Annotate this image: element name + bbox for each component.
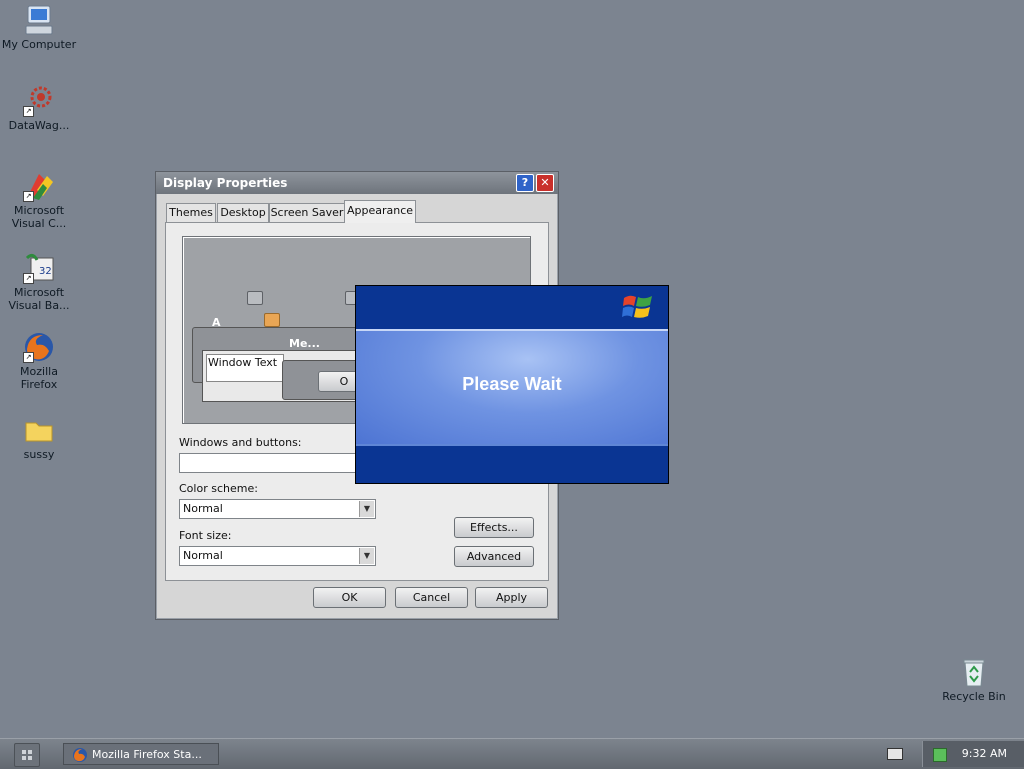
- desktop-icon-label: sussy: [23, 448, 55, 461]
- preview-text-area: Window Text: [206, 354, 284, 382]
- desktop-icon-visual-basic[interactable]: 32 ↗ Microsoft Visual Ba...: [1, 252, 77, 312]
- windows-and-buttons-label: Windows and buttons:: [179, 436, 302, 449]
- recycle-bin-icon: [958, 656, 990, 688]
- desktop-icon-label: Mozilla Firefox: [20, 365, 58, 391]
- visual-basic-icon: 32 ↗: [23, 252, 55, 284]
- preview-button: [247, 291, 263, 305]
- preview-active-title: Me...: [289, 337, 320, 350]
- shortcut-arrow-icon: ↗: [23, 352, 34, 363]
- start-icon: [22, 750, 32, 760]
- chevron-down-icon[interactable]: ▼: [359, 501, 374, 517]
- shortcut-arrow-icon: ↗: [23, 106, 34, 117]
- system-tray: 9:32 AM: [922, 741, 1024, 767]
- desktop-icon-firefox[interactable]: ↗ Mozilla Firefox: [1, 331, 77, 391]
- color-scheme-select[interactable]: Normal ▼: [179, 499, 376, 519]
- my-computer-icon: [23, 4, 55, 36]
- desktop-icon-label: My Computer: [1, 38, 77, 51]
- advanced-button[interactable]: Advanced: [454, 546, 534, 567]
- tab-desktop[interactable]: Desktop: [217, 203, 269, 222]
- taskbar: Mozilla Firefox Sta... 9:32 AM: [0, 738, 1024, 769]
- firefox-icon: ↗: [23, 331, 55, 363]
- firefox-icon: [73, 748, 87, 762]
- window-title: Display Properties: [163, 176, 288, 190]
- splash-band: Please Wait: [356, 329, 668, 446]
- keyboard-icon[interactable]: [887, 748, 903, 760]
- shortcut-arrow-icon: ↗: [23, 191, 34, 202]
- chevron-down-icon[interactable]: ▼: [359, 548, 374, 564]
- desktop-icon-datawag[interactable]: ↗ DataWag...: [1, 85, 77, 132]
- desktop-icon-label: Microsoft Visual C...: [11, 204, 67, 230]
- tab-appearance[interactable]: Appearance: [344, 200, 416, 223]
- desktop-icon-sussy[interactable]: sussy: [1, 414, 77, 461]
- desktop-icon-recycle-bin[interactable]: Recycle Bin: [936, 656, 1012, 703]
- preview-close-button: [264, 313, 280, 327]
- help-icon: ?: [521, 176, 529, 189]
- apply-button[interactable]: Apply: [475, 587, 548, 608]
- visual-c-icon: ↗: [23, 170, 55, 202]
- clock[interactable]: 9:32 AM: [962, 741, 1007, 767]
- tab-screen-saver[interactable]: Screen Saver: [269, 203, 345, 222]
- desktop-icon-label: Recycle Bin: [942, 690, 1006, 703]
- ok-button[interactable]: OK: [313, 587, 386, 608]
- please-wait-text: Please Wait: [462, 374, 562, 394]
- color-scheme-label: Color scheme:: [179, 482, 258, 495]
- font-size-select[interactable]: Normal ▼: [179, 546, 376, 566]
- datawag-icon: ↗: [23, 85, 55, 117]
- preview-ok-label: O: [339, 375, 349, 388]
- desktop-icon-my-computer[interactable]: My Computer: [1, 4, 77, 51]
- folder-icon: [23, 414, 55, 446]
- color-scheme-value: Normal: [183, 502, 223, 515]
- desktop-icon-label: DataWag...: [8, 119, 70, 132]
- taskbar-item-firefox[interactable]: Mozilla Firefox Sta...: [63, 743, 219, 765]
- svg-text:32: 32: [39, 266, 52, 277]
- shortcut-arrow-icon: ↗: [23, 273, 34, 284]
- help-button[interactable]: ?: [516, 174, 534, 192]
- close-button[interactable]: ✕: [536, 174, 554, 192]
- font-size-label: Font size:: [179, 529, 232, 542]
- network-icon[interactable]: [933, 748, 947, 762]
- tab-themes[interactable]: Themes: [166, 203, 216, 222]
- windows-and-buttons-select[interactable]: [179, 453, 374, 473]
- effects-button[interactable]: Effects...: [454, 517, 534, 538]
- preview-window-body: Window Text O: [202, 350, 375, 402]
- cancel-button[interactable]: Cancel: [395, 587, 468, 608]
- desktop-icon-label: Microsoft Visual Ba...: [8, 286, 70, 312]
- start-button[interactable]: [14, 743, 40, 767]
- desktop-icon-visual-c[interactable]: ↗ Microsoft Visual C...: [1, 170, 77, 230]
- preview-window-text: Window Text: [208, 356, 278, 369]
- please-wait-dialog: Please Wait: [355, 285, 669, 484]
- window-titlebar[interactable]: Display Properties ? ✕: [156, 172, 558, 194]
- font-size-value: Normal: [183, 549, 223, 562]
- taskbar-item-label: Mozilla Firefox Sta...: [92, 748, 202, 761]
- close-icon: ✕: [540, 176, 550, 189]
- windows-logo-icon: [622, 295, 652, 318]
